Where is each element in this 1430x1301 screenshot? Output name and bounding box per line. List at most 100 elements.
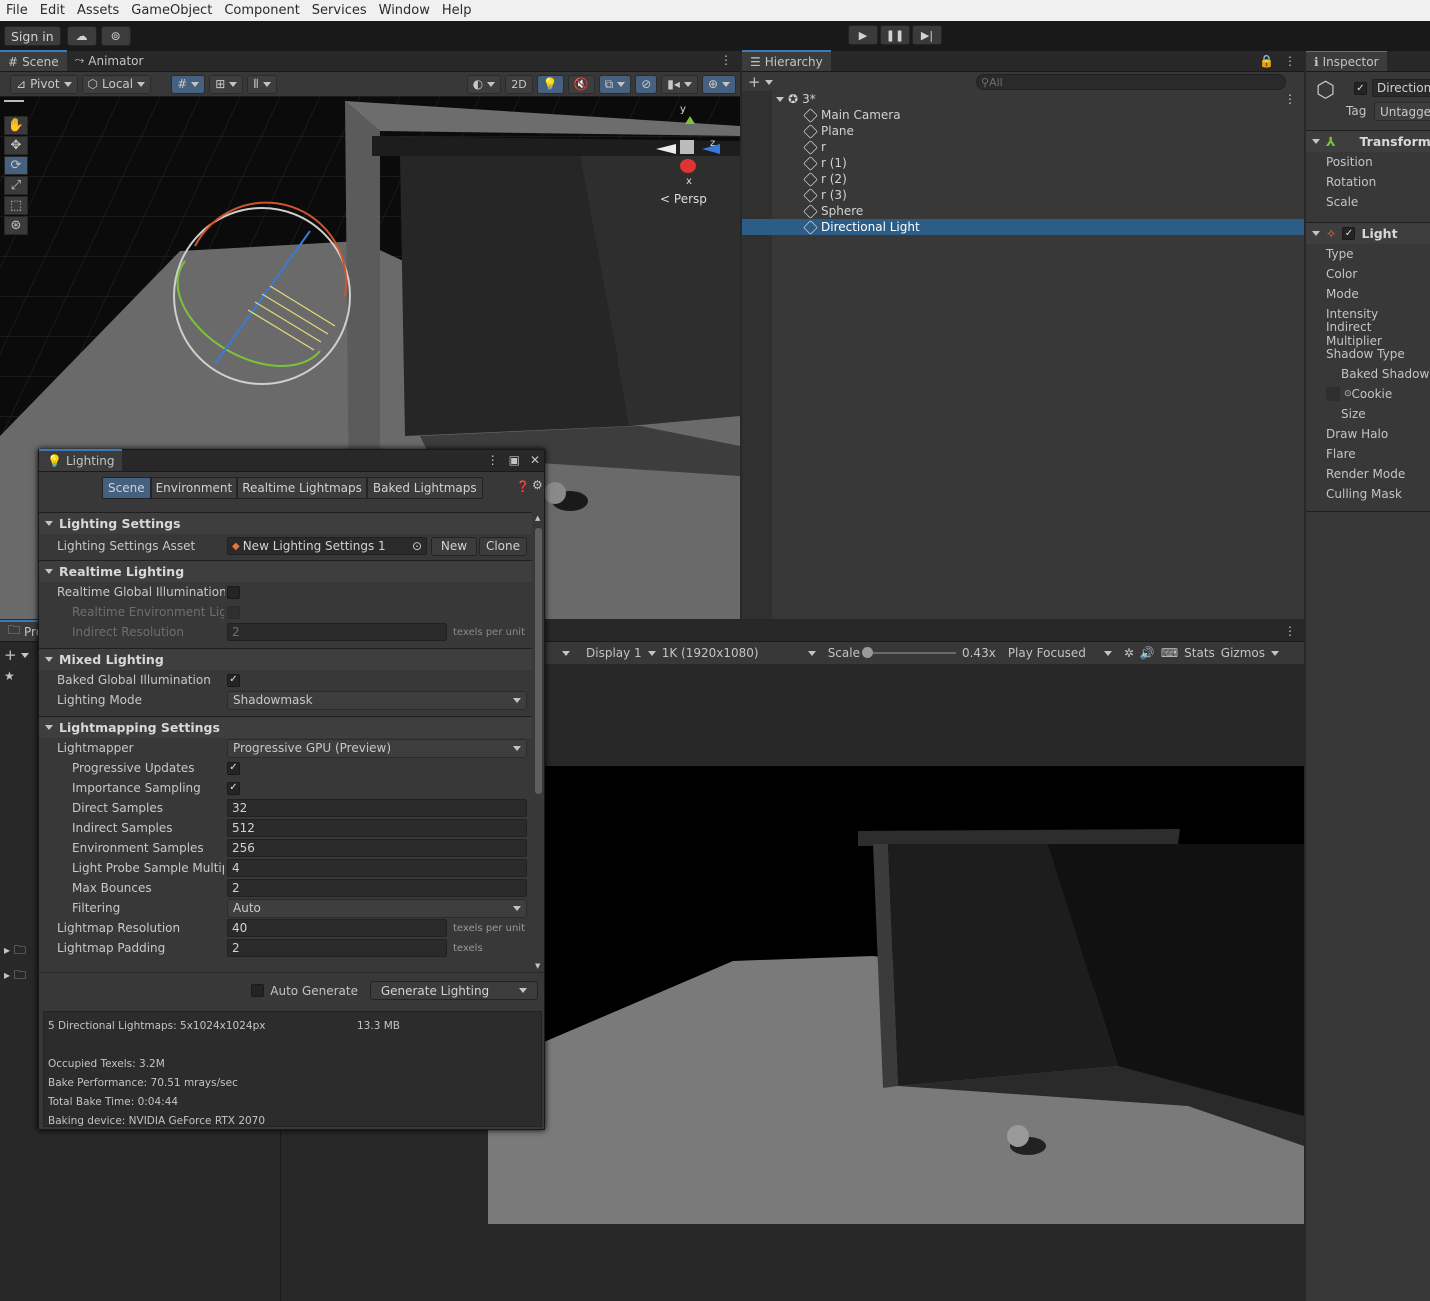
menu-window[interactable]: Window (373, 3, 436, 18)
indirect-resolution-input[interactable]: 2 (227, 623, 447, 641)
close-icon[interactable]: ✕ (530, 453, 540, 467)
lightmap-resolution-input[interactable]: 40 (227, 919, 447, 937)
game-viewport[interactable] (488, 766, 1304, 1224)
hierarchy-search-input[interactable]: ⚲ All (976, 74, 1286, 90)
tag-dropdown[interactable]: Untagged (1374, 102, 1430, 121)
overlay-menu-icon[interactable] (4, 100, 24, 102)
bug-icon[interactable]: ✲ (1124, 646, 1134, 660)
baked-gi-checkbox[interactable]: ✓ (227, 673, 240, 687)
scrollbar-thumb[interactable] (535, 528, 542, 794)
transform-header[interactable]: ⅄ Transform (1306, 130, 1430, 152)
lightmapping-settings-header[interactable]: Lightmapping Settings (39, 716, 532, 738)
gizmos-dropdown[interactable]: ⊕ (701, 74, 736, 94)
persp-toggle[interactable]: < Persp (660, 192, 707, 206)
object-name-field[interactable]: Direction (1372, 79, 1430, 97)
camera-dropdown[interactable]: ▮◂ (661, 74, 698, 94)
progressive-updates-checkbox[interactable]: ✓ (227, 761, 240, 775)
play-button[interactable]: ▶ (848, 25, 878, 45)
project-folder-icon[interactable]: ▸ 🗀 (4, 941, 26, 962)
draw-mode-dropdown[interactable]: ◐ (466, 74, 502, 94)
resolution-dropdown[interactable]: 1K (1920x1080) (662, 646, 802, 660)
increment-snap-button[interactable]: ⦀ (247, 74, 277, 94)
filtering-dropdown[interactable]: Auto (227, 898, 527, 918)
project-folder-icon[interactable]: ▸ 🗀 (4, 966, 26, 987)
generate-lighting-button[interactable]: Generate Lighting (370, 981, 538, 1000)
importance-sampling-checkbox[interactable]: ✓ (227, 781, 240, 795)
2d-toggle[interactable]: 2D (505, 74, 533, 94)
scale-slider[interactable] (861, 647, 956, 658)
maximize-icon[interactable]: ▣ (509, 453, 520, 467)
scene-menu-icon[interactable]: ⋮ (1284, 92, 1304, 106)
lightmapper-dropdown[interactable]: Progressive GPU (Preview) (227, 738, 527, 758)
hierarchy-item-r-1[interactable]: r (1) (742, 155, 1304, 171)
display-dropdown[interactable]: Display 1 (586, 646, 642, 660)
light-probe-multiplier-input[interactable]: 4 (227, 859, 527, 877)
lighting-tab-environment[interactable]: Environment (150, 477, 238, 499)
hidden-objects-toggle[interactable]: ⊘ (635, 74, 658, 94)
auto-generate-checkbox[interactable] (251, 984, 265, 997)
hierarchy-item-r[interactable]: r (742, 139, 1304, 155)
stats-button[interactable]: Stats (1184, 646, 1215, 660)
hierarchy-item-sphere[interactable]: Sphere (742, 203, 1304, 219)
tab-lighting[interactable]: 💡 Lighting (39, 449, 123, 471)
scroll-down-icon[interactable]: ▼ (535, 962, 540, 970)
grid-visibility-button[interactable]: ⊞ (209, 74, 244, 94)
lighting-scrollbar[interactable]: ▲ ▼ (534, 514, 544, 970)
pause-button[interactable]: ❚❚ (880, 25, 910, 45)
indirect-samples-input[interactable]: 512 (227, 819, 527, 837)
scale-slider-thumb[interactable] (861, 647, 873, 658)
mute-icon[interactable]: 🔊 (1140, 646, 1155, 660)
realtime-env-light-checkbox[interactable] (227, 605, 240, 619)
hierarchy-item-r-3[interactable]: r (3) (742, 187, 1304, 203)
step-button[interactable]: ▶| (912, 25, 942, 45)
menu-file[interactable]: File (0, 3, 34, 18)
max-bounces-input[interactable]: 2 (227, 879, 527, 897)
hierarchy-item-plane[interactable]: Plane (742, 123, 1304, 139)
lighting-tab-scene[interactable]: Scene (102, 477, 151, 499)
menu-services[interactable]: Services (306, 3, 373, 18)
rect-tool-button[interactable]: ⬚ (4, 196, 28, 215)
menu-edit[interactable]: Edit (34, 3, 71, 18)
mixed-lighting-header[interactable]: Mixed Lighting (39, 648, 532, 670)
light-enabled-checkbox[interactable]: ✓ (1342, 227, 1356, 240)
audio-toggle[interactable]: 🔇 (567, 74, 595, 94)
active-checkbox[interactable]: ✓ (1354, 82, 1367, 95)
grid-snap-button[interactable]: # (171, 74, 206, 94)
realtime-gi-checkbox[interactable] (227, 585, 240, 599)
hierarchy-menu-icon[interactable]: ⋮ (1284, 54, 1296, 68)
light-header[interactable]: ✧ ✓ Light (1306, 222, 1430, 244)
favorites-star-icon[interactable]: ★ (4, 669, 26, 683)
hierarchy-item-main-camera[interactable]: Main Camera (742, 107, 1304, 123)
hand-tool-button[interactable]: ✋ (4, 116, 28, 135)
play-focused-dropdown[interactable]: Play Focused (1008, 646, 1098, 660)
cookie-swatch[interactable] (1326, 387, 1340, 401)
scene-gizmo[interactable]: y z x (650, 104, 730, 194)
lighting-settings-header[interactable]: Lighting Settings (39, 512, 532, 534)
menu-help[interactable]: Help (436, 3, 478, 18)
create-dropdown[interactable]: + (748, 73, 773, 91)
collab-button[interactable]: ⊚ (100, 26, 131, 46)
new-settings-button[interactable]: New (431, 536, 477, 556)
gizmos-dropdown[interactable]: Gizmos (1221, 646, 1265, 660)
direct-samples-input[interactable]: 32 (227, 799, 527, 817)
object-picker-icon[interactable]: ⊙ (412, 539, 422, 553)
lighting-toggle[interactable]: 💡 (536, 74, 564, 94)
local-dropdown[interactable]: ⬡ Local (81, 74, 152, 94)
menu-component[interactable]: Component (218, 3, 305, 18)
pivot-dropdown[interactable]: ⊿ Pivot (10, 74, 78, 94)
lightmap-padding-input[interactable]: 2 (227, 939, 447, 957)
sign-in-button[interactable]: Sign in (4, 26, 61, 46)
scene-tab-menu-icon[interactable]: ⋮ (712, 53, 740, 71)
game-menu-icon[interactable]: ⋮ (1276, 624, 1304, 641)
tab-animator[interactable]: ⤳ Animator (67, 50, 152, 71)
cloud-button[interactable]: ☁ (66, 26, 97, 46)
menu-gameobject[interactable]: GameObject (125, 3, 218, 18)
game-mode-dropdown[interactable] (562, 650, 570, 656)
tab-scene[interactable]: # Scene (0, 50, 67, 71)
move-tool-button[interactable]: ✥ (4, 136, 28, 155)
scroll-up-icon[interactable]: ▲ (535, 514, 540, 522)
lighting-tab-baked-lightmaps[interactable]: Baked Lightmaps (366, 477, 483, 499)
lighting-tab-realtime-lightmaps[interactable]: Realtime Lightmaps (237, 477, 367, 499)
transform-tool-button[interactable]: ⊛ (4, 216, 28, 235)
menu-assets[interactable]: Assets (71, 3, 125, 18)
